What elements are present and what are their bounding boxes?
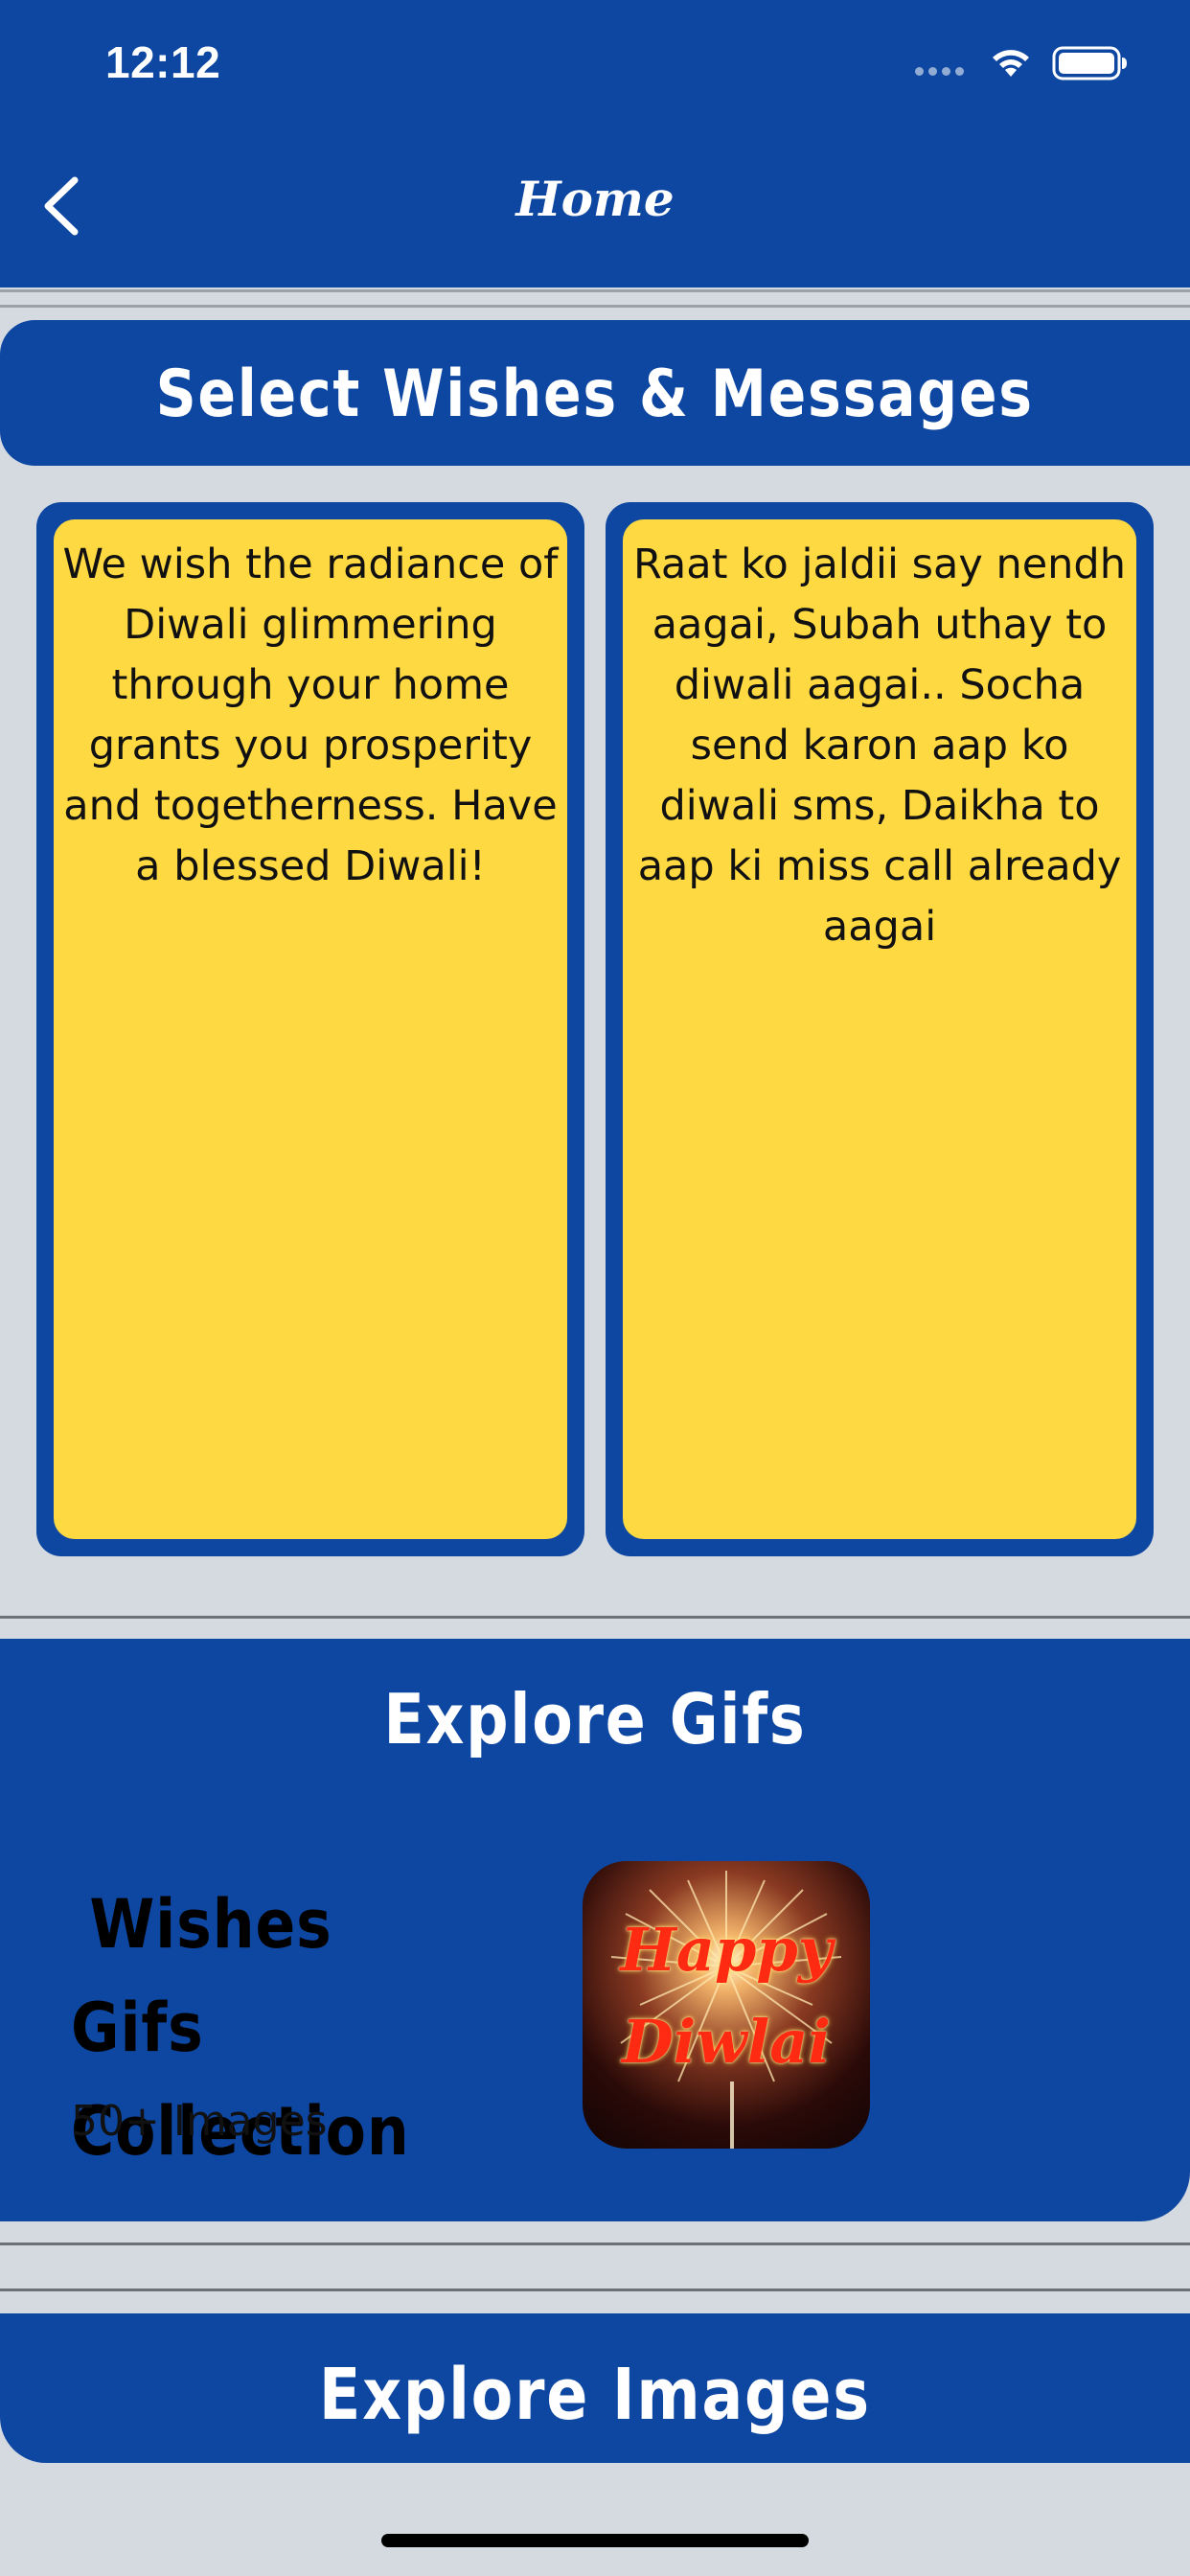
gif-thumbnail[interactable]: Happy Diwlai [583, 1861, 870, 2149]
gif-heading-line1: Wishes [89, 1885, 332, 1964]
cellular-signal-icon [915, 67, 969, 79]
wifi-icon [993, 50, 1029, 77]
wishes-section-title: Select Wishes & Messages [155, 356, 1035, 432]
battery-icon [1052, 46, 1127, 80]
gifs-section-title: Explore Gifs [383, 1679, 807, 1760]
divider [0, 289, 1190, 292]
divider [0, 2288, 1190, 2291]
status-time: 12:12 [105, 37, 221, 87]
images-section-header[interactable]: Explore Images [0, 2313, 1190, 2463]
fireworks-image [610, 1871, 842, 2149]
divider [0, 1616, 1190, 1619]
gif-heading-line2: Gifs Collection [71, 1989, 410, 2171]
wish-card[interactable]: Raat ko jaldii say nendh aagai, Subah ut… [606, 502, 1154, 1556]
divider [0, 2242, 1190, 2245]
gif-thumb-text-line1: Happy [620, 1915, 833, 1985]
gifs-section: Explore Gifs Wishes Gifs Collection 50+ … [0, 1639, 1190, 2221]
wish-card-text: Raat ko jaldii say nendh aagai, Subah ut… [623, 519, 1136, 1539]
navigation-bar: 12:12 Home [0, 0, 1190, 288]
gif-count-label: 50+ Images [71, 2097, 328, 2146]
home-indicator[interactable] [381, 2534, 809, 2547]
app-screen: 12:12 Home Select Wishes & Messages We w… [0, 0, 1190, 2576]
wishes-section-header[interactable]: Select Wishes & Messages [0, 320, 1190, 466]
divider [0, 305, 1190, 308]
gif-thumb-text-line2: Diwlai [622, 2007, 831, 2077]
wish-card-text: We wish the radiance of Diwali glimmerin… [54, 519, 567, 1539]
page-title: Home [515, 171, 675, 227]
wish-card[interactable]: We wish the radiance of Diwali glimmerin… [36, 502, 584, 1556]
gifs-section-header: Explore Gifs [0, 1679, 1190, 1760]
images-section-title: Explore Images [319, 2354, 871, 2436]
